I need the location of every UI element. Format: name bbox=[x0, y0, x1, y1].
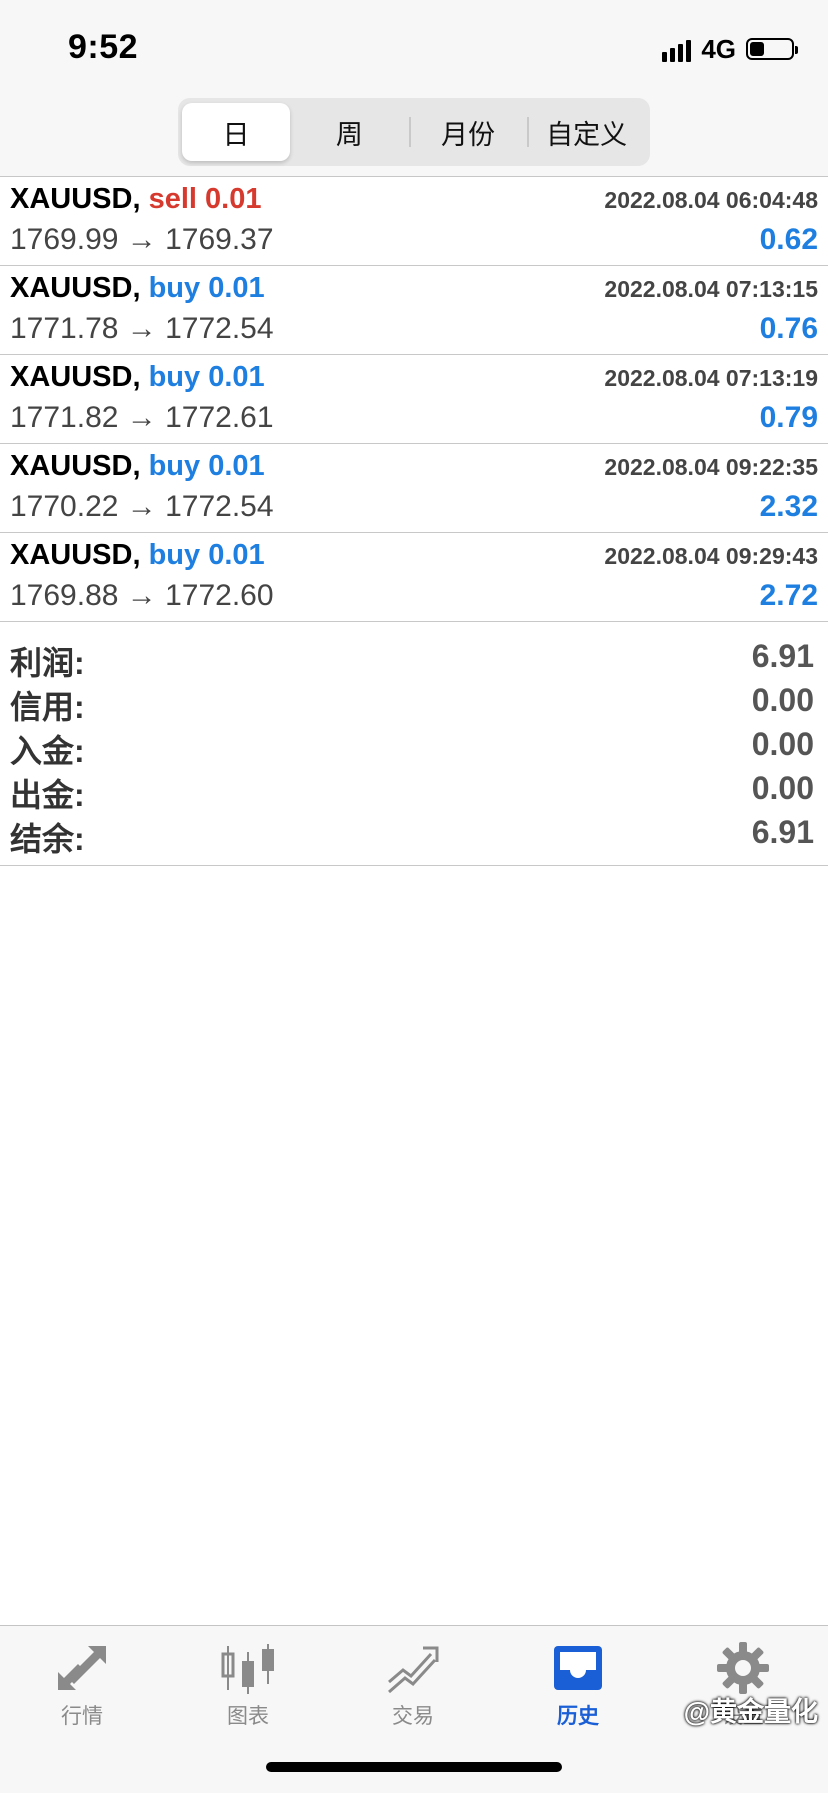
summary-label: 入金: bbox=[10, 733, 85, 769]
home-indicator bbox=[266, 1762, 562, 1772]
trade-type: buy 0.01 bbox=[148, 450, 265, 482]
trade-profit: 0.79 bbox=[759, 401, 818, 434]
summary-row-profit: 利润: 6.91 bbox=[0, 638, 828, 682]
trade-prices: 1770.22 → 1772.54 bbox=[10, 490, 274, 523]
trade-row[interactable]: XAUUSD, buy 0.01 2022.08.04 09:29:43 176… bbox=[0, 533, 828, 622]
network-type: 4G bbox=[701, 33, 736, 64]
summary-value: 6.91 bbox=[751, 638, 814, 674]
segment-month[interactable]: 月份 bbox=[408, 103, 528, 161]
trade-profit: 0.76 bbox=[759, 312, 818, 345]
trade-symbol: XAUUSD, bbox=[10, 183, 141, 215]
tab-trade[interactable]: 交易 bbox=[358, 1640, 468, 1740]
summary-label: 结余: bbox=[10, 821, 85, 857]
trade-symbol: XAUUSD, bbox=[10, 272, 141, 304]
trade-prices: 1771.78 → 1772.54 bbox=[10, 312, 274, 345]
trade-symbol: XAUUSD, bbox=[10, 361, 141, 393]
summary-label: 信用: bbox=[10, 689, 85, 725]
trade-row[interactable]: XAUUSD, buy 0.01 2022.08.04 07:13:15 177… bbox=[0, 266, 828, 355]
summary-label: 利润: bbox=[10, 645, 85, 681]
status-indicators: 4G bbox=[662, 33, 798, 64]
trade-symbol: XAUUSD, bbox=[10, 539, 141, 571]
summary-value: 0.00 bbox=[751, 726, 814, 762]
tab-quotes[interactable]: 行情 bbox=[27, 1640, 137, 1740]
tab-label: 交易 bbox=[392, 1705, 434, 1728]
trade-row[interactable]: XAUUSD, buy 0.01 2022.08.04 09:22:35 177… bbox=[0, 444, 828, 533]
trade-time: 2022.08.04 09:29:43 bbox=[604, 543, 818, 569]
summary-value: 0.00 bbox=[751, 682, 814, 718]
trade-symbol: XAUUSD, bbox=[10, 450, 141, 482]
trade-history-list: XAUUSD, sell 0.01 2022.08.04 06:04:48 17… bbox=[0, 177, 828, 622]
trade-profit: 0.62 bbox=[759, 223, 818, 256]
trade-type: buy 0.01 bbox=[148, 272, 265, 304]
segment-day[interactable]: 日 bbox=[182, 103, 290, 161]
history-inbox-icon bbox=[554, 1646, 602, 1690]
status-time: 9:52 bbox=[68, 28, 139, 66]
signal-icon bbox=[662, 36, 692, 62]
trade-row[interactable]: XAUUSD, buy 0.01 2022.08.04 07:13:19 177… bbox=[0, 355, 828, 444]
tab-label: 图表 bbox=[227, 1705, 269, 1728]
summary-row-withdrawal: 出金: 0.00 bbox=[0, 770, 828, 814]
segment-custom[interactable]: 自定义 bbox=[527, 103, 646, 161]
trade-time: 2022.08.04 09:22:35 bbox=[604, 454, 818, 480]
account-summary: 利润: 6.91 信用: 0.00 入金: 0.00 出金: 0.00 结余: … bbox=[0, 626, 828, 866]
trade-time: 2022.08.04 07:13:19 bbox=[604, 365, 818, 391]
summary-value: 6.91 bbox=[751, 814, 814, 850]
tab-chart[interactable]: 图表 bbox=[193, 1640, 303, 1740]
trade-time: 2022.08.04 06:04:48 bbox=[604, 187, 818, 213]
battery-icon bbox=[746, 38, 798, 60]
gear-icon bbox=[717, 1642, 769, 1694]
trade-profit: 2.72 bbox=[759, 579, 818, 612]
segment-week[interactable]: 周 bbox=[290, 103, 409, 161]
candlestick-chart-icon bbox=[221, 1644, 274, 1694]
trade-profit: 2.32 bbox=[759, 490, 818, 523]
summary-row-balance: 结余: 6.91 bbox=[0, 814, 828, 858]
trade-prices: 1771.82 → 1772.61 bbox=[10, 401, 274, 434]
summary-row-credit: 信用: 0.00 bbox=[0, 682, 828, 726]
tab-label: 历史 bbox=[557, 1705, 599, 1728]
trade-type: buy 0.01 bbox=[148, 539, 265, 571]
trade-type: buy 0.01 bbox=[148, 361, 265, 393]
period-segmented-control: 日 周 月份 自定义 bbox=[178, 98, 650, 166]
trade-time: 2022.08.04 07:13:15 bbox=[604, 276, 818, 302]
summary-value: 0.00 bbox=[751, 770, 814, 806]
header: 9:52 4G 日 周 月份 自定义 bbox=[0, 0, 828, 177]
trade-row[interactable]: XAUUSD, sell 0.01 2022.08.04 06:04:48 17… bbox=[0, 177, 828, 266]
trade-type: sell 0.01 bbox=[148, 183, 262, 215]
summary-label: 出金: bbox=[10, 777, 85, 813]
trade-prices: 1769.99 → 1769.37 bbox=[10, 223, 274, 256]
tab-history[interactable]: 历史 bbox=[523, 1640, 633, 1740]
quotes-arrows-icon bbox=[58, 1646, 106, 1690]
trade-prices: 1769.88 → 1772.60 bbox=[10, 579, 274, 612]
watermark: @黄金量化 bbox=[683, 1697, 818, 1727]
trade-trend-icon bbox=[388, 1646, 439, 1694]
tab-label: 行情 bbox=[61, 1705, 103, 1728]
summary-row-deposit: 入金: 0.00 bbox=[0, 726, 828, 770]
